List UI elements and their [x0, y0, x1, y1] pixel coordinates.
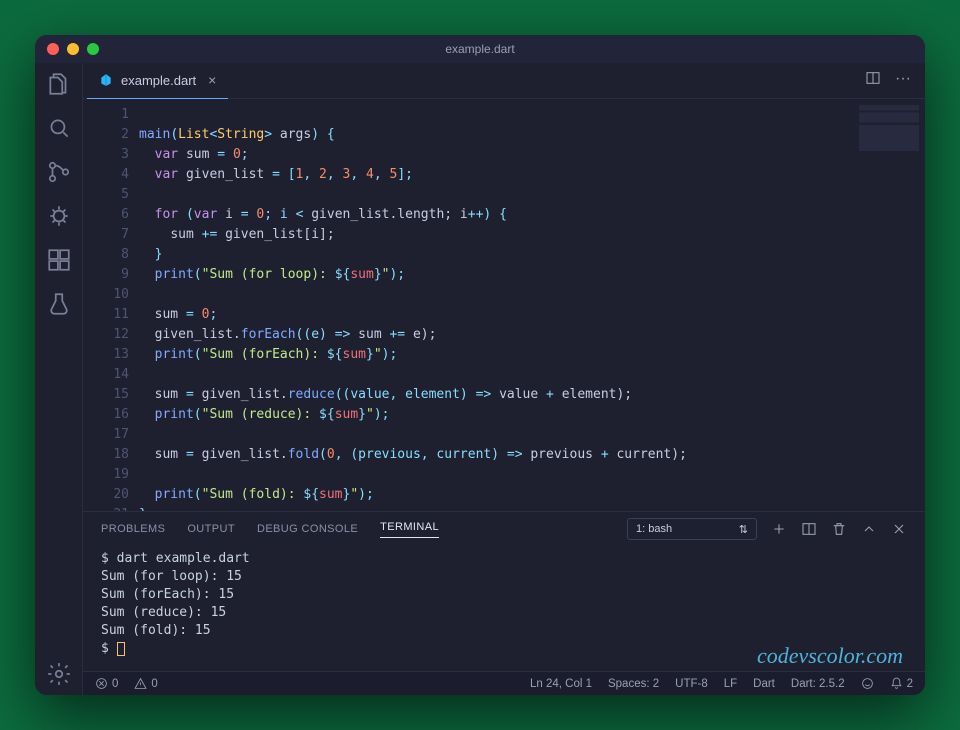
line-number: 8 [83, 245, 129, 265]
split-editor-icon[interactable] [865, 70, 881, 91]
window-title: example.dart [35, 42, 925, 56]
status-warnings[interactable]: 0 [134, 677, 157, 690]
close-panel-icon[interactable] [891, 521, 907, 537]
line-number: 18 [83, 445, 129, 465]
terminal-cursor [117, 642, 125, 656]
extensions-icon[interactable] [46, 247, 72, 273]
titlebar: example.dart [35, 35, 925, 63]
main-area: example.dart × ··· 123456789101112131415… [83, 63, 925, 695]
tab-terminal[interactable]: TERMINAL [380, 521, 439, 538]
line-number: 6 [83, 205, 129, 225]
line-number: 16 [83, 405, 129, 425]
tab-problems[interactable]: PROBLEMS [101, 523, 165, 535]
terminal-content[interactable]: $ dart example.dart Sum (for loop): 15 S… [83, 546, 925, 671]
test-icon[interactable] [46, 291, 72, 317]
status-cursor-position[interactable]: Ln 24, Col 1 [530, 678, 592, 690]
line-number: 11 [83, 305, 129, 325]
more-actions-icon[interactable]: ··· [895, 70, 911, 91]
terminal-line: Sum (fold): 15 [101, 622, 907, 640]
tab-debug-console[interactable]: DEBUG CONSOLE [257, 523, 358, 535]
terminal-line: Sum (reduce): 15 [101, 604, 907, 622]
line-number: 3 [83, 145, 129, 165]
chevron-updown-icon: ⇅ [739, 523, 748, 536]
editor-area[interactable]: 123456789101112131415161718192021 main(L… [83, 99, 925, 511]
line-number: 12 [83, 325, 129, 345]
status-bar: 0 0 Ln 24, Col 1 Spaces: 2 UTF-8 LF Dart… [83, 671, 925, 695]
line-number: 2 [83, 125, 129, 145]
line-number: 20 [83, 485, 129, 505]
line-number: 10 [83, 285, 129, 305]
kill-terminal-icon[interactable] [831, 521, 847, 537]
status-encoding[interactable]: UTF-8 [675, 678, 708, 690]
status-errors[interactable]: 0 [95, 677, 118, 690]
line-number: 17 [83, 425, 129, 445]
terminal-line: $ dart example.dart [101, 550, 907, 568]
line-number: 15 [83, 385, 129, 405]
source-control-icon[interactable] [46, 159, 72, 185]
status-eol[interactable]: LF [724, 678, 737, 690]
line-number: 5 [83, 185, 129, 205]
status-indentation[interactable]: Spaces: 2 [608, 678, 659, 690]
search-icon[interactable] [46, 115, 72, 141]
terminal-line: Sum (forEach): 15 [101, 586, 907, 604]
explorer-icon[interactable] [46, 71, 72, 97]
maximize-window-button[interactable] [87, 43, 99, 55]
debug-icon[interactable] [46, 203, 72, 229]
activity-bar [35, 63, 83, 695]
line-number: 13 [83, 345, 129, 365]
tab-actions: ··· [865, 70, 925, 91]
bottom-panel: PROBLEMS OUTPUT DEBUG CONSOLE TERMINAL 1… [83, 511, 925, 671]
status-notifications[interactable]: 2 [890, 677, 913, 690]
tab-output[interactable]: OUTPUT [187, 523, 235, 535]
vscode-window: example.dart [35, 35, 925, 695]
minimize-window-button[interactable] [67, 43, 79, 55]
line-number-gutter: 123456789101112131415161718192021 [83, 99, 139, 511]
line-number: 4 [83, 165, 129, 185]
close-tab-icon[interactable]: × [208, 72, 216, 88]
settings-gear-icon[interactable] [46, 661, 72, 687]
line-number: 21 [83, 505, 129, 511]
line-number: 19 [83, 465, 129, 485]
panel-tab-bar: PROBLEMS OUTPUT DEBUG CONSOLE TERMINAL 1… [83, 512, 925, 546]
terminal-line: Sum (for loop): 15 [101, 568, 907, 586]
minimap[interactable] [859, 105, 919, 151]
line-number: 9 [83, 265, 129, 285]
line-number: 7 [83, 225, 129, 245]
tab-example-dart[interactable]: example.dart × [87, 63, 228, 99]
status-language[interactable]: Dart [753, 678, 775, 690]
editor-tab-bar: example.dart × ··· [83, 63, 925, 99]
dart-file-icon [99, 73, 113, 87]
panel-actions: 1: bash ⇅ [627, 518, 907, 540]
maximize-panel-icon[interactable] [861, 521, 877, 537]
line-number: 1 [83, 105, 129, 125]
watermark: codevscolor.com [757, 647, 903, 665]
line-number: 14 [83, 365, 129, 385]
traffic-lights [47, 43, 99, 55]
terminal-selector[interactable]: 1: bash ⇅ [627, 518, 757, 540]
split-terminal-icon[interactable] [801, 521, 817, 537]
tab-label: example.dart [121, 73, 196, 88]
status-feedback-icon[interactable] [861, 677, 874, 690]
code-content[interactable]: main(List<String> args) { var sum = 0; v… [139, 99, 925, 511]
status-dart-sdk[interactable]: Dart: 2.5.2 [791, 678, 845, 690]
close-window-button[interactable] [47, 43, 59, 55]
new-terminal-icon[interactable] [771, 521, 787, 537]
body: example.dart × ··· 123456789101112131415… [35, 63, 925, 695]
